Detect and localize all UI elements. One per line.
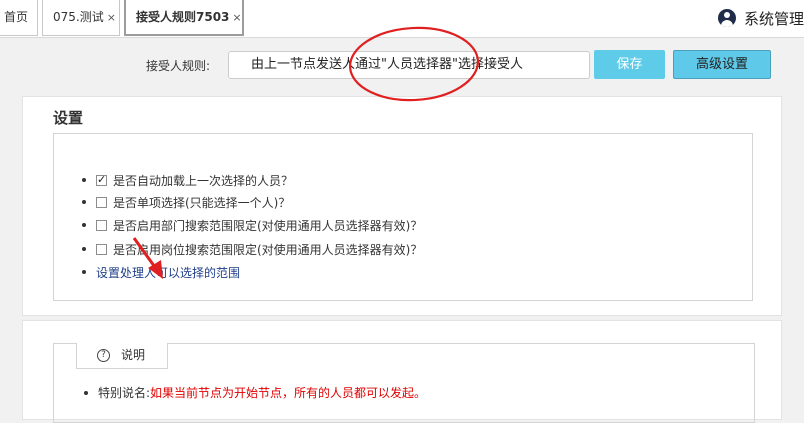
option-dept-range: 是否启用部门搜索范围限定(对使用通用人员选择器有效)？ [82, 216, 422, 234]
special-note-text: 如果当前节点为开始节点，所有的人员都可以发起。 [150, 386, 427, 400]
bullet [82, 247, 86, 251]
rule-label: 接受人规则: [146, 59, 211, 73]
option-label: 是否启用部门搜索范围限定(对使用通用人员选择器有效)？ [113, 218, 423, 233]
tab-receiver-rule[interactable]: 接受人规则7503 × [124, 0, 244, 36]
single-select-checkbox[interactable] [96, 196, 107, 208]
notes-panel: ? 说明 特别说名: 如果当前节点为开始节点，所有的人员都可以发起。 [22, 320, 782, 423]
user-name: 系统管理 [743, 9, 804, 28]
close-icon[interactable]: × [107, 11, 116, 24]
option-post-range: 是否启用岗位搜索范围限定(对使用通用人员选择器有效)？ [82, 240, 422, 258]
notes-tab-label: 说明 [121, 348, 146, 362]
tab-home[interactable]: 首页 [0, 0, 38, 36]
post-range-checkbox[interactable] [96, 243, 107, 255]
tab-test[interactable]: 075.测试 × [42, 0, 120, 36]
option-label: 是否自动加载上一次选择的人员？ [113, 173, 294, 188]
question-icon: ? [97, 349, 110, 362]
rule-row: 接受人规则: 由上一节点发送人通过"人员选择器"选择接受人 保存 高级设置 [0, 50, 804, 80]
settings-panel: 设置 是否自动加载上一次选择的人员？ 是否单项选择(只能选择一个人)？ 是否启用… [22, 96, 782, 316]
special-note-label: 特别说名: [98, 386, 151, 400]
option-range-link: 设置处理人可以选择的范围 [82, 263, 240, 281]
tab-home-label: 首页 [4, 10, 29, 24]
special-note: 特别说名: 如果当前节点为开始节点，所有的人员都可以发起。 [84, 384, 426, 401]
notes-tab[interactable]: ? 说明 [76, 343, 168, 369]
settings-options-box: 是否自动加载上一次选择的人员？ 是否单项选择(只能选择一个人)？ 是否启用部门搜… [53, 133, 753, 301]
dept-range-checkbox[interactable] [96, 219, 107, 231]
set-range-link[interactable]: 设置处理人可以选择的范围 [96, 264, 240, 281]
bullet [84, 390, 88, 395]
tab-bar: 首页 075.测试 × 接受人规则7503 × 系统管理 [0, 0, 804, 38]
bullet [82, 178, 86, 182]
option-single-select: 是否单项选择(只能选择一个人)？ [82, 193, 290, 211]
option-label: 是否启用岗位搜索范围限定(对使用通用人员选择器有效)？ [113, 242, 423, 257]
close-icon[interactable]: × [232, 11, 241, 24]
bullet [82, 270, 86, 274]
rule-value-field[interactable]: 由上一节点发送人通过"人员选择器"选择接受人 [228, 51, 590, 79]
tab-receiver-rule-label: 接受人规则7503 [136, 10, 230, 24]
user-menu[interactable]: 系统管理 [717, 6, 804, 30]
save-button[interactable]: 保存 [594, 50, 665, 79]
tab-test-label: 075.测试 [53, 10, 104, 24]
bullet [82, 223, 86, 227]
settings-title: 设置 [53, 109, 84, 127]
advanced-settings-button[interactable]: 高级设置 [673, 50, 771, 79]
auto-load-checkbox[interactable] [96, 173, 107, 186]
user-icon [717, 9, 736, 27]
option-label: 是否单项选择(只能选择一个人)？ [113, 195, 291, 210]
bullet [82, 200, 86, 204]
option-auto-load: 是否自动加载上一次选择的人员？ [82, 171, 293, 189]
notes-box: ? 说明 特别说名: 如果当前节点为开始节点，所有的人员都可以发起。 [53, 343, 755, 423]
